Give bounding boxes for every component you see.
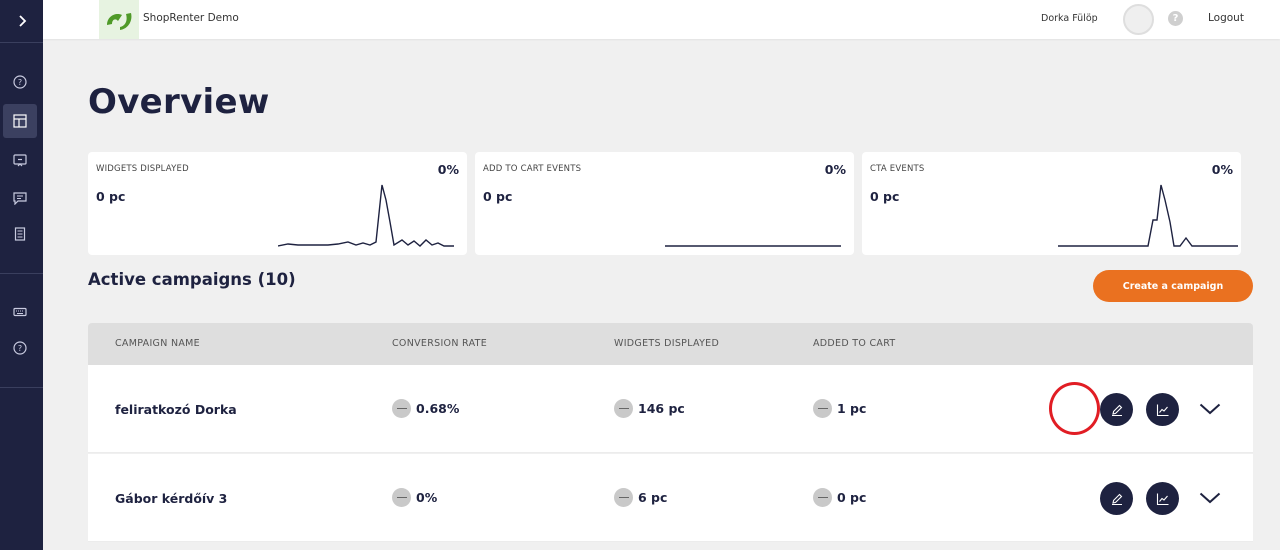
added-to-cart-cell: 0 pc: [813, 488, 866, 507]
sidebar-item-help[interactable]: ?: [3, 65, 37, 99]
conversion-rate-value: 0%: [416, 490, 438, 505]
message-icon: [13, 192, 27, 205]
sidebar-item-dashboard[interactable]: [3, 104, 37, 138]
campaign-stats-button[interactable]: [1146, 393, 1179, 426]
logo[interactable]: [99, 0, 139, 39]
edit-campaign-button[interactable]: [1100, 393, 1133, 426]
keyboard-icon: [13, 307, 27, 317]
pencil-icon: [1111, 493, 1122, 505]
svg-text:?: ?: [18, 78, 22, 87]
table-row[interactable]: Gábor kérdőív 3 0% 6 pc 0 pc: [88, 454, 1253, 542]
stat-card-title: ADD TO CART EVENTS: [483, 164, 582, 174]
chevron-down-icon: [1199, 492, 1221, 504]
line-chart-icon: [1156, 404, 1168, 416]
stat-card-percent: 0%: [1211, 162, 1233, 177]
column-header-conversion-rate: CONVERSION RATE: [392, 338, 488, 349]
expand-row-button[interactable]: [1198, 487, 1222, 509]
help-circle-icon: ?: [13, 75, 27, 89]
stat-card-widgets-displayed: WIDGETS DISPLAYED 0% 0 pc: [88, 152, 467, 255]
create-campaign-button[interactable]: Create a campaign: [1093, 270, 1253, 302]
sparkline-chart: [278, 184, 454, 247]
widgets-displayed-value: 6 pc: [638, 490, 668, 505]
dashboard-icon: [13, 114, 27, 128]
widget-icon: [13, 154, 27, 167]
stat-card-title: CTA EVENTS: [870, 164, 925, 174]
stat-card-add-to-cart: ADD TO CART EVENTS 0% 0 pc: [475, 152, 854, 255]
table-row[interactable]: feliratkozó Dorka 0.68% 146 pc 1 pc: [88, 365, 1253, 453]
help-circle-icon: ?: [13, 341, 27, 355]
sparkline-line: [1058, 184, 1238, 247]
widgets-displayed-cell: 6 pc: [614, 488, 667, 507]
sparkline-line: [278, 184, 454, 247]
sidebar-item-help-2[interactable]: ?: [3, 331, 37, 365]
pencil-icon: [1111, 404, 1122, 416]
logout-link[interactable]: Logout: [1208, 12, 1244, 24]
sidebar-divider: [0, 273, 43, 274]
topbar: ShopRenter Demo Dorka Fülöp ? Logout: [43, 0, 1280, 39]
sidebar-item-messages[interactable]: [3, 181, 37, 215]
column-header-added-to-cart: ADDED TO CART: [813, 338, 896, 349]
added-to-cart-value: 0 pc: [837, 490, 867, 505]
user-name[interactable]: Dorka Fülöp: [1041, 13, 1098, 24]
added-to-cart-value: 1 pc: [837, 401, 867, 416]
stat-card-percent: 0%: [824, 162, 846, 177]
logo-icon: [107, 12, 132, 30]
trend-neutral-icon: [614, 488, 633, 507]
sidebar-item-widgets[interactable]: [3, 143, 37, 177]
sparkline-chart: [665, 245, 841, 247]
campaign-name[interactable]: feliratkozó Dorka: [115, 402, 237, 417]
trend-neutral-icon: [813, 399, 832, 418]
chevron-down-icon: [1199, 403, 1221, 415]
stat-card-cta-events: CTA EVENTS 0% 0 pc: [862, 152, 1241, 255]
column-header-widgets-displayed: WIDGETS DISPLAYED: [614, 338, 720, 349]
stat-card-value: 0 pc: [96, 189, 126, 204]
trend-neutral-icon: [614, 399, 633, 418]
widgets-displayed-cell: 146 pc: [614, 399, 685, 418]
campaigns-table: CAMPAIGN NAME CONVERSION RATE WIDGETS DI…: [88, 323, 1253, 550]
chevron-right-icon: [18, 15, 26, 27]
sidebar-item-keyboard[interactable]: [3, 295, 37, 329]
campaign-name[interactable]: Gábor kérdőív 3: [115, 491, 227, 506]
edit-campaign-button[interactable]: [1100, 482, 1133, 515]
widgets-displayed-value: 146 pc: [638, 401, 685, 416]
campaign-stats-button[interactable]: [1146, 482, 1179, 515]
trend-neutral-icon: [392, 488, 411, 507]
stat-card-title: WIDGETS DISPLAYED: [96, 164, 189, 174]
brand-name: ShopRenter Demo: [143, 12, 239, 24]
help-button[interactable]: ?: [1168, 11, 1183, 26]
page-title: Overview: [88, 82, 270, 122]
line-chart-icon: [1156, 493, 1168, 505]
conversion-rate-value: 0.68%: [416, 401, 460, 416]
expand-row-button[interactable]: [1198, 398, 1222, 420]
sidebar-item-documents[interactable]: [3, 217, 37, 251]
trend-neutral-icon: [813, 488, 832, 507]
stat-card-value: 0 pc: [483, 189, 513, 204]
sparkline-chart: [1058, 184, 1238, 247]
trend-neutral-icon: [392, 399, 411, 418]
section-title: Active campaigns (10): [88, 270, 296, 289]
sidebar-toggle-button[interactable]: [0, 0, 43, 43]
stat-card-percent: 0%: [437, 162, 459, 177]
added-to-cart-cell: 1 pc: [813, 399, 866, 418]
stat-card-value: 0 pc: [870, 189, 900, 204]
column-header-campaign-name: CAMPAIGN NAME: [115, 338, 200, 349]
svg-text:?: ?: [18, 344, 22, 353]
avatar[interactable]: [1123, 4, 1154, 35]
sidebar-divider: [0, 387, 43, 388]
document-icon: [14, 227, 26, 241]
conversion-rate-cell: 0.68%: [392, 399, 459, 418]
sidebar: ? ?: [0, 0, 43, 550]
table-header: CAMPAIGN NAME CONVERSION RATE WIDGETS DI…: [88, 323, 1253, 365]
conversion-rate-cell: 0%: [392, 488, 437, 507]
